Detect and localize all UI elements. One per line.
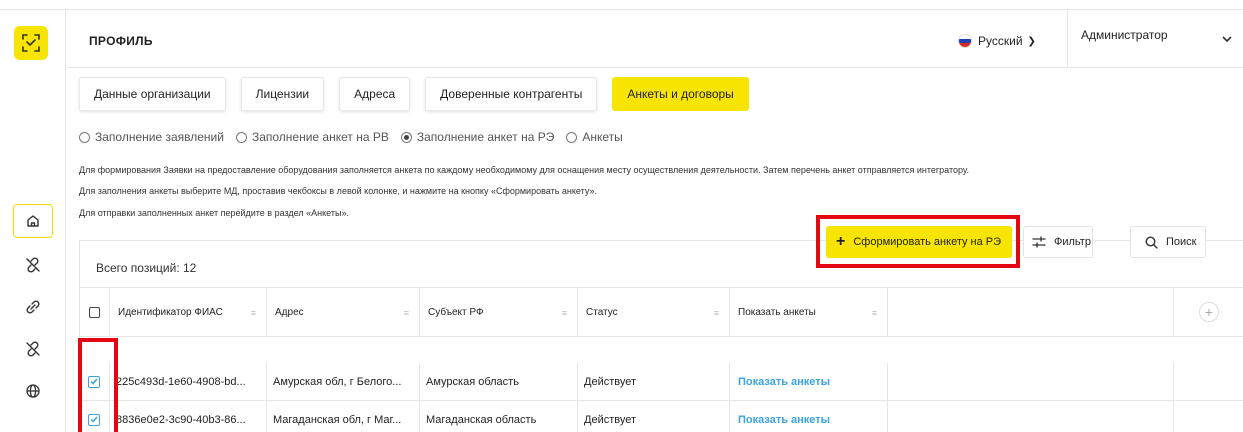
- column-menu-icon[interactable]: ≡: [251, 308, 256, 318]
- top-strip: [0, 0, 1243, 10]
- show-forms-link[interactable]: Показать анкеты: [730, 401, 888, 432]
- radio-circle-checked: [400, 131, 412, 143]
- add-column-cell: +: [1174, 288, 1243, 336]
- radio-circle: [235, 131, 247, 143]
- tab-forms-and-contracts[interactable]: Анкеты и договоры: [612, 77, 749, 111]
- column-menu-icon[interactable]: ≡: [404, 308, 409, 318]
- cell-address: Магаданская обл, г Маг...: [267, 401, 420, 432]
- show-forms-link[interactable]: Показать анкеты: [730, 363, 888, 400]
- column-menu-icon[interactable]: ≡: [714, 308, 719, 318]
- column-menu-icon[interactable]: ≡: [872, 308, 877, 318]
- column-fias[interactable]: Идентификатор ФИАС ≡: [110, 288, 267, 336]
- filter-button[interactable]: Фильтр: [1023, 226, 1093, 258]
- column-empty: [888, 288, 1174, 336]
- cell-status: Действует: [578, 401, 730, 432]
- radio-label: Заполнение анкет на РЭ: [416, 130, 555, 144]
- search-label: Поиск: [1166, 236, 1197, 248]
- table-row[interactable]: 225c493d-1e60-4908-bd... Амурская обл, г…: [80, 363, 1243, 401]
- chevron-down-icon: ❯: [1027, 35, 1036, 47]
- cell-subject: Амурская область: [420, 363, 578, 400]
- tab-addresses[interactable]: Адреса: [339, 77, 411, 111]
- radio-circle: [79, 131, 90, 143]
- tab-licenses[interactable]: Лицензии: [240, 77, 325, 111]
- info-text-3: Для отправки заполненных анкет перейдите…: [79, 208, 349, 218]
- column-menu-icon[interactable]: ≡: [562, 308, 567, 318]
- user-name[interactable]: Администратор: [1081, 28, 1168, 42]
- russia-flag-icon: [958, 34, 972, 48]
- main-content: Данные организации Лицензии Адреса Довер…: [67, 68, 1243, 432]
- filter-label: Фильтр: [1054, 236, 1091, 248]
- language-selector[interactable]: Русский ❯: [958, 34, 1036, 48]
- search-button[interactable]: Поиск: [1130, 226, 1206, 258]
- column-subject[interactable]: Субъект РФ ≡: [420, 288, 578, 336]
- table-row[interactable]: 8836e0e2-3c90-40b3-86... Магаданская обл…: [80, 401, 1243, 432]
- header: ПРОФИЛЬ Русский ❯ Администратор: [67, 10, 1243, 68]
- radio-applications[interactable]: Заполнение заявлений: [79, 130, 224, 144]
- language-label: Русский: [978, 34, 1023, 48]
- table-header: Идентификатор ФИАС ≡ Адрес ≡ Субъект РФ …: [80, 287, 1243, 337]
- radio-forms-rv[interactable]: Заполнение анкет на РВ: [235, 130, 389, 144]
- column-label: Адрес: [275, 306, 304, 318]
- addresses-table: Всего позиций: 12 Идентификатор ФИАС ≡ А…: [79, 240, 1243, 432]
- home-icon[interactable]: [13, 204, 53, 238]
- globe-icon[interactable]: [20, 378, 46, 404]
- radio-forms[interactable]: Анкеты: [566, 130, 623, 144]
- select-all-cell: [80, 288, 110, 336]
- radio-circle: [566, 131, 578, 143]
- page-title: ПРОФИЛЬ: [89, 34, 153, 48]
- radio-label: Заполнение анкет на РВ: [251, 130, 389, 144]
- column-show-forms[interactable]: Показать анкеты ≡: [730, 288, 888, 336]
- add-column-icon[interactable]: +: [1199, 302, 1219, 322]
- info-text-1: Для формирования Заявки на предоставлени…: [79, 165, 970, 175]
- highlight-frame-row-checkboxes: [78, 338, 118, 432]
- search-icon: [1145, 235, 1158, 249]
- select-all-checkbox[interactable]: [89, 306, 100, 318]
- sidebar: [0, 10, 66, 432]
- tab-organization-data[interactable]: Данные организации: [79, 77, 226, 111]
- profile-tabs: Данные организации Лицензии Адреса Довер…: [79, 77, 764, 111]
- cell-empty: [1174, 363, 1243, 400]
- logo-icon[interactable]: [14, 26, 48, 60]
- column-label: Статус: [586, 306, 618, 318]
- column-address[interactable]: Адрес ≡: [267, 288, 420, 336]
- column-label: Показать анкеты: [738, 306, 816, 318]
- form-type-radio-group: Заполнение заявлений Заполнение анкет на…: [79, 130, 635, 144]
- column-label: Субъект РФ: [428, 306, 484, 318]
- cell-address: Амурская обл, г Белого...: [267, 363, 420, 400]
- cell-subject: Магаданская область: [420, 401, 578, 432]
- total-count: Всего позиций: 12: [96, 261, 197, 275]
- cell-empty: [888, 363, 1174, 400]
- info-text-2: Для заполнения анкеты выберите МД, прост…: [79, 186, 597, 196]
- radio-forms-re[interactable]: Заполнение анкет на РЭ: [400, 130, 555, 144]
- link-icon[interactable]: [20, 294, 46, 320]
- radio-label: Анкеты: [582, 130, 623, 144]
- cell-fias: 8836e0e2-3c90-40b3-86...: [110, 401, 267, 432]
- highlight-frame-create-button: [816, 215, 1020, 268]
- cell-fias: 225c493d-1e60-4908-bd...: [110, 363, 267, 400]
- column-label: Идентификатор ФИАС: [118, 306, 223, 318]
- header-divider: [1067, 10, 1068, 68]
- column-status[interactable]: Статус ≡: [578, 288, 730, 336]
- link-off-icon[interactable]: [20, 252, 46, 278]
- cell-empty: [1174, 401, 1243, 432]
- chevron-down-icon[interactable]: [1222, 34, 1232, 46]
- tab-trusted-contractors[interactable]: Доверенные контрагенты: [425, 77, 598, 111]
- cell-status: Действует: [578, 363, 730, 400]
- cell-empty: [888, 401, 1174, 432]
- radio-label: Заполнение заявлений: [95, 130, 224, 144]
- sliders-icon: [1032, 236, 1046, 248]
- link-off-icon[interactable]: [20, 336, 46, 362]
